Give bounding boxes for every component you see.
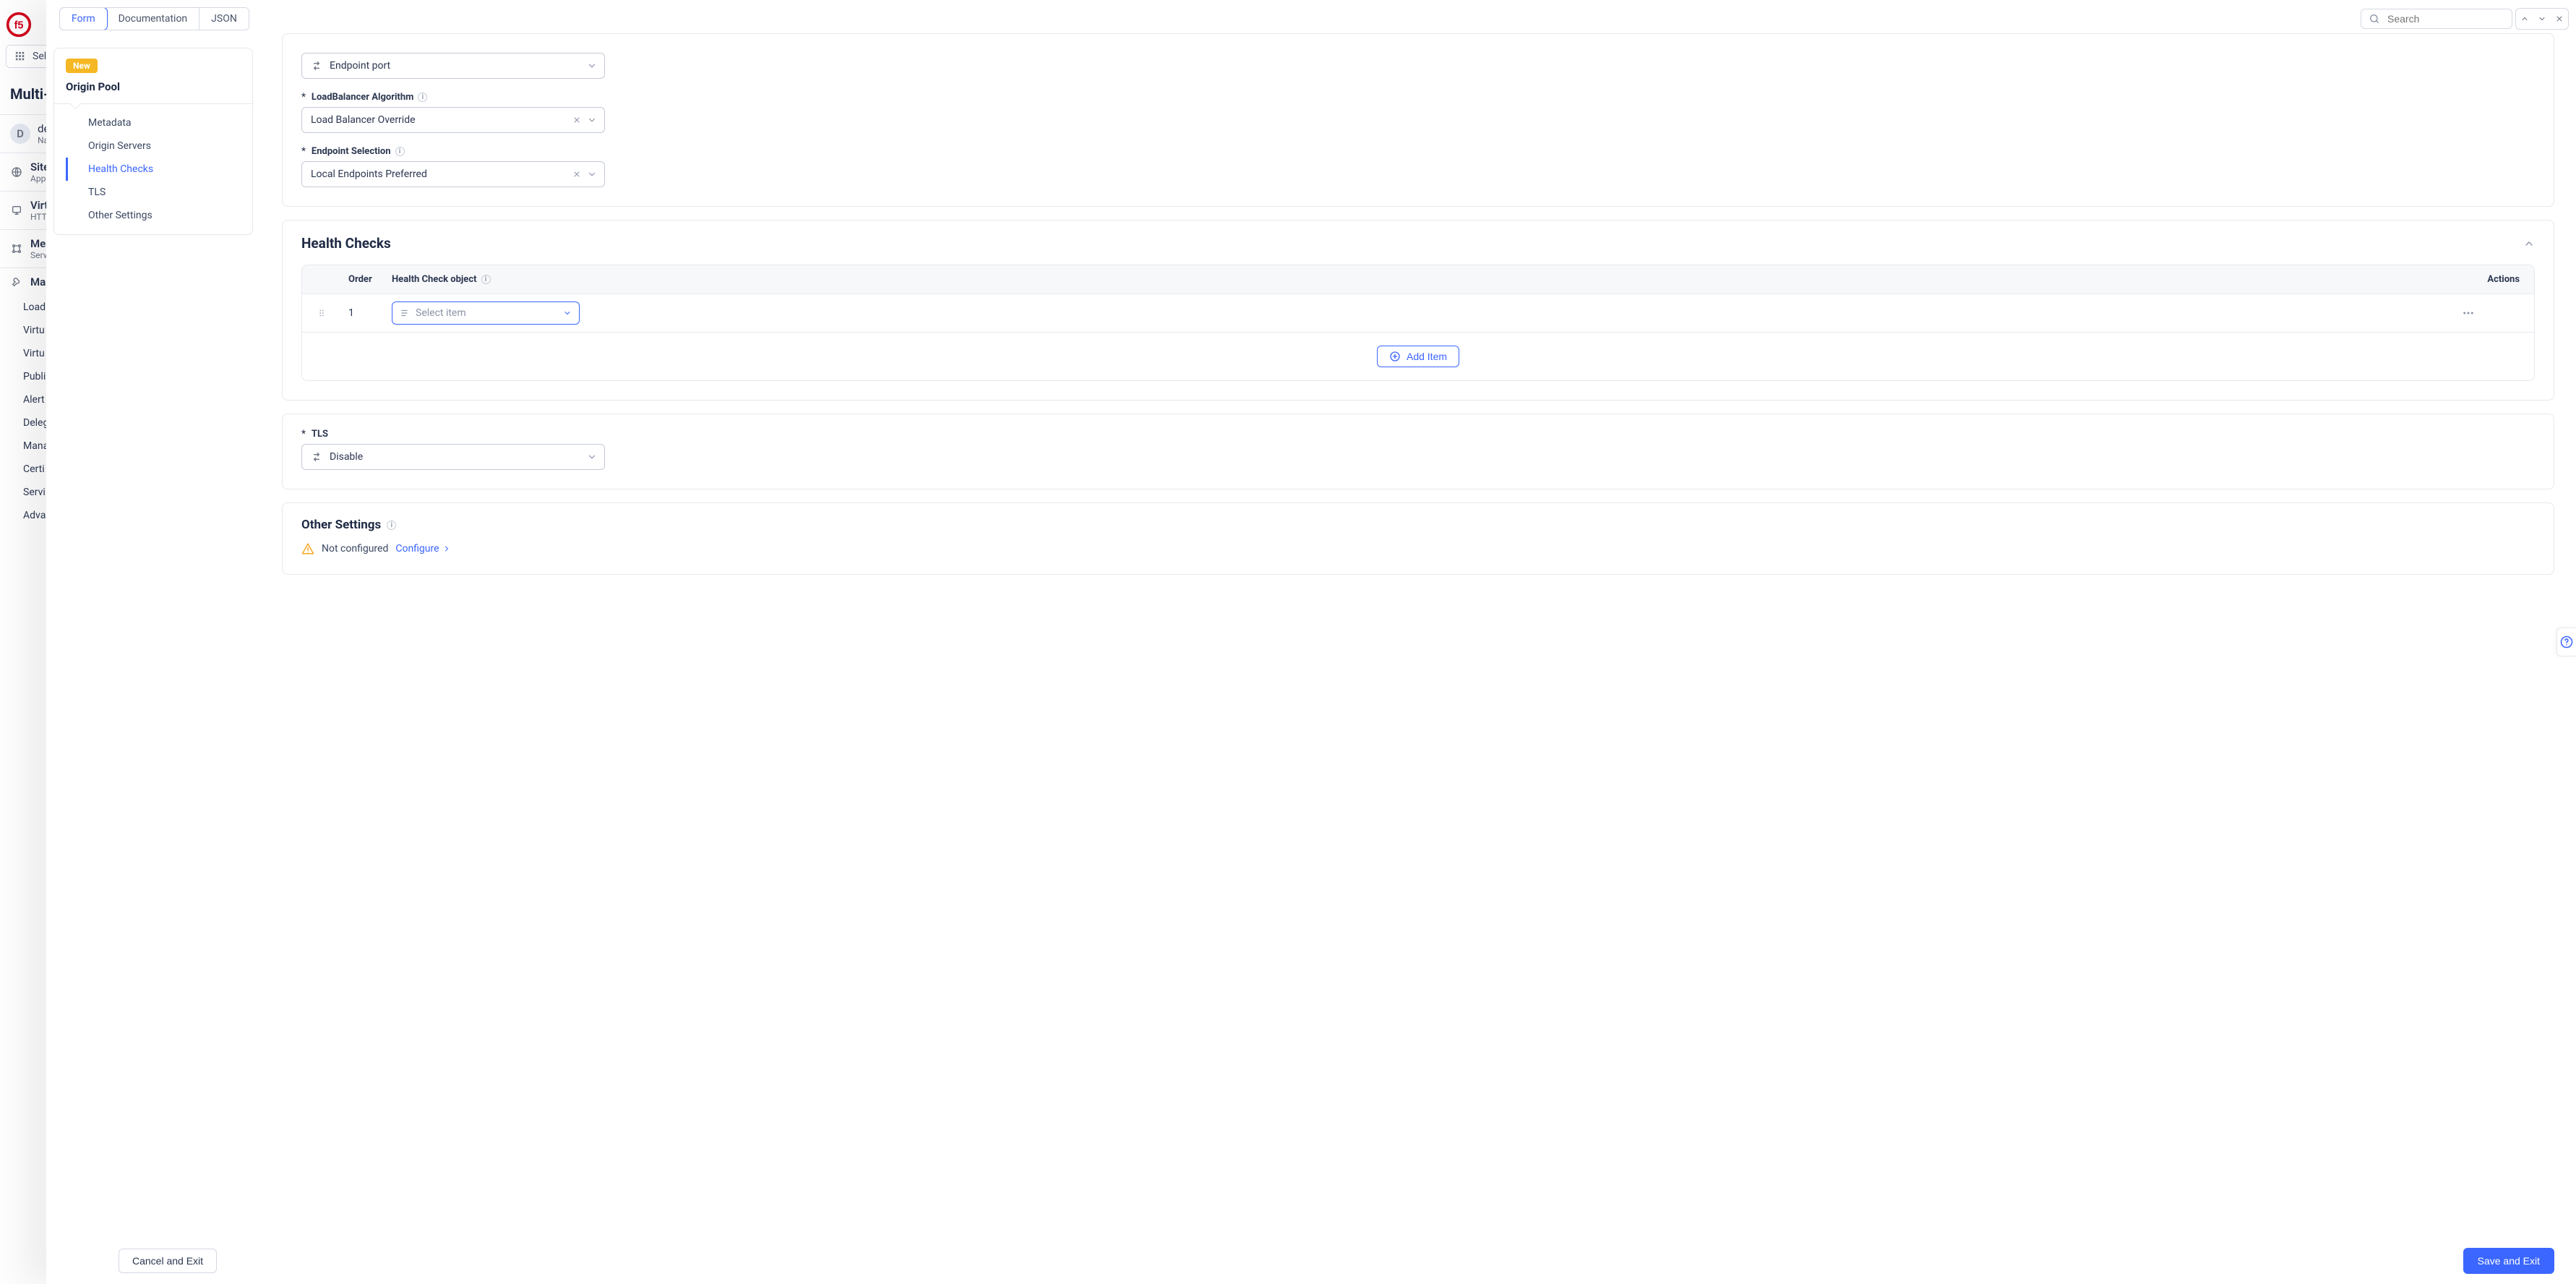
tls-select[interactable]: Disable bbox=[301, 444, 605, 470]
chevron-right-icon bbox=[442, 544, 451, 553]
row-order: 1 bbox=[348, 307, 392, 319]
other-status: Not configured bbox=[322, 543, 388, 555]
tab-form[interactable]: Form bbox=[59, 7, 108, 30]
chevron-down-icon bbox=[587, 115, 597, 125]
col-object: Health Check object i bbox=[392, 274, 2462, 285]
col-actions: Actions bbox=[2462, 274, 2520, 285]
modal-topbar: Form Documentation JSON bbox=[46, 0, 2576, 33]
health-checks-title: Health Checks bbox=[301, 235, 391, 252]
chevron-up-icon bbox=[2520, 14, 2529, 23]
lb-algo-label: *LoadBalancer Algorithm i bbox=[301, 92, 2535, 103]
nav-item-metadata[interactable]: Metadata bbox=[66, 111, 252, 134]
help-icon bbox=[2560, 635, 2573, 649]
list-icon bbox=[400, 308, 410, 318]
cancel-button[interactable]: Cancel and Exit bbox=[119, 1249, 217, 1273]
info-icon[interactable]: i bbox=[395, 147, 405, 156]
other-settings-title: Other Settings bbox=[301, 518, 381, 532]
search-icon bbox=[2369, 13, 2380, 25]
nav-item-other-settings[interactable]: Other Settings bbox=[66, 204, 252, 227]
mesh-icon bbox=[10, 242, 23, 255]
modal-footer: Cancel and Exit Save and Exit bbox=[46, 1238, 2576, 1284]
swap-icon bbox=[311, 60, 322, 72]
card-origin-servers-tail: Endpoint port *LoadBalancer Algorithm i … bbox=[282, 33, 2554, 207]
close-icon bbox=[2555, 14, 2564, 23]
chevron-down-icon bbox=[587, 452, 597, 462]
new-badge: New bbox=[66, 59, 98, 73]
svg-text:f5: f5 bbox=[14, 20, 24, 31]
clear-icon[interactable] bbox=[572, 116, 581, 124]
warning-icon bbox=[301, 542, 314, 555]
avatar: D bbox=[10, 124, 30, 144]
form-nav-card: New Origin Pool Metadata Origin Servers … bbox=[53, 48, 253, 235]
endpoint-sel-label: *Endpoint Selection i bbox=[301, 146, 2535, 157]
form-nav-panel: New Origin Pool Metadata Origin Servers … bbox=[46, 33, 260, 1238]
grid-icon bbox=[14, 50, 27, 63]
nav-item-origin-servers[interactable]: Origin Servers bbox=[66, 134, 252, 158]
search-close-button[interactable] bbox=[2551, 9, 2568, 29]
add-item-button[interactable]: Add Item bbox=[1377, 346, 1459, 367]
plus-circle-icon bbox=[1389, 351, 1401, 362]
wrench-icon bbox=[10, 275, 23, 288]
health-check-row: 1 Select item bbox=[302, 294, 2534, 332]
health-check-placeholder: Select item bbox=[416, 307, 466, 319]
chevron-down-icon bbox=[587, 169, 597, 179]
globe-icon bbox=[10, 166, 23, 179]
info-icon[interactable]: i bbox=[481, 275, 491, 284]
search-nav-controls bbox=[2515, 8, 2569, 30]
endpoint-port-value: Endpoint port bbox=[330, 60, 390, 72]
chevron-down-icon bbox=[2538, 14, 2546, 23]
row-actions-menu[interactable] bbox=[2462, 307, 2520, 320]
tls-label: *TLS bbox=[301, 429, 2535, 440]
tab-json[interactable]: JSON bbox=[199, 8, 249, 30]
card-tls: *TLS Disable bbox=[282, 414, 2554, 489]
endpoint-port-select[interactable]: Endpoint port bbox=[301, 53, 605, 79]
swap-icon bbox=[311, 451, 322, 463]
add-item-label: Add Item bbox=[1407, 351, 1447, 362]
card-other-settings: Other Settings i Not configured Configur… bbox=[282, 502, 2554, 575]
form-area: Endpoint port *LoadBalancer Algorithm i … bbox=[260, 33, 2576, 1238]
search-input[interactable] bbox=[2386, 12, 2520, 25]
health-check-select[interactable]: Select item bbox=[392, 301, 580, 325]
endpoint-sel-select[interactable]: Local Endpoints Preferred bbox=[301, 161, 605, 187]
chevron-down-icon bbox=[587, 61, 597, 71]
help-tab[interactable] bbox=[2556, 628, 2576, 656]
configure-link[interactable]: Configure bbox=[395, 543, 450, 555]
collapse-icon[interactable] bbox=[2523, 238, 2535, 249]
nav-item-tls[interactable]: TLS bbox=[66, 181, 252, 204]
form-nav-title: Origin Pool bbox=[66, 80, 241, 93]
info-icon[interactable]: i bbox=[418, 93, 427, 102]
search-prev-button[interactable] bbox=[2516, 9, 2533, 29]
f5-logo: f5 bbox=[4, 10, 33, 39]
lb-algo-value: Load Balancer Override bbox=[311, 114, 416, 126]
health-check-add-row: Add Item bbox=[302, 332, 2534, 380]
form-modal: Form Documentation JSON bbox=[46, 0, 2576, 1284]
info-icon[interactable]: i bbox=[387, 521, 396, 530]
nav-item-health-checks[interactable]: Health Checks bbox=[66, 158, 252, 181]
save-button[interactable]: Save and Exit bbox=[2463, 1248, 2554, 1274]
search-box[interactable] bbox=[2361, 9, 2512, 29]
tab-documentation[interactable]: Documentation bbox=[107, 8, 200, 30]
health-check-table: Order Health Check object i Actions 1 bbox=[301, 265, 2535, 381]
health-check-table-head: Order Health Check object i Actions bbox=[302, 265, 2534, 294]
vhost-icon bbox=[10, 204, 23, 217]
col-order: Order bbox=[348, 274, 392, 285]
view-tabs: Form Documentation JSON bbox=[59, 7, 249, 30]
drag-handle[interactable] bbox=[317, 308, 348, 318]
topbar-search-group bbox=[2361, 8, 2569, 30]
search-next-button[interactable] bbox=[2533, 9, 2551, 29]
chevron-down-icon bbox=[563, 309, 572, 317]
card-health-checks: Health Checks Order Health Check object … bbox=[282, 220, 2554, 401]
tls-value: Disable bbox=[330, 451, 363, 463]
clear-icon[interactable] bbox=[572, 170, 581, 179]
endpoint-sel-value: Local Endpoints Preferred bbox=[311, 168, 427, 180]
lb-algo-select[interactable]: Load Balancer Override bbox=[301, 107, 605, 133]
